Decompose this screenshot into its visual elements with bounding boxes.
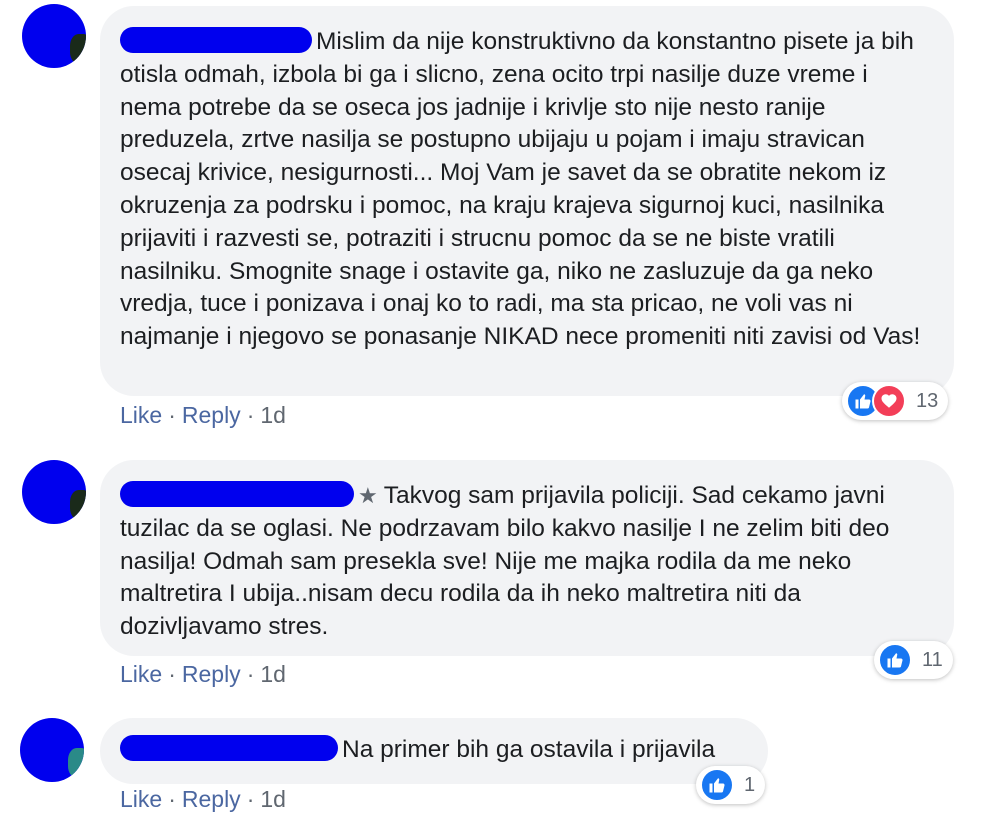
reply-button[interactable]: Reply	[182, 402, 241, 429]
comment-text: Na primer bih ga ostavila i prijavila	[342, 736, 716, 763]
star-icon: ★	[358, 483, 378, 508]
redacted-author-name[interactable]	[120, 27, 312, 53]
redacted-author-name[interactable]	[120, 735, 338, 761]
comment-bubble: Na primer bih ga ostavila i prijavila	[100, 718, 768, 784]
love-icon	[872, 384, 906, 418]
avatar[interactable]	[20, 718, 84, 782]
separator: ·	[168, 402, 176, 428]
comment-bubble: ★ Takvog sam prijavila policiji. Sad ceka…	[100, 460, 954, 656]
like-icon	[878, 643, 912, 677]
avatar[interactable]	[22, 460, 86, 524]
comment-bubble: Mislim da nije konstruktivno da konstant…	[100, 6, 954, 396]
like-icon	[700, 768, 734, 802]
avatar[interactable]	[22, 4, 86, 68]
like-button[interactable]: Like	[120, 661, 162, 688]
separator: ·	[168, 661, 176, 687]
reaction-count: 13	[916, 389, 939, 412]
separator: ·	[246, 661, 255, 687]
separator: ·	[246, 402, 255, 428]
reaction-summary[interactable]: 13	[842, 382, 949, 420]
reaction-summary[interactable]: 1	[696, 766, 766, 804]
like-button[interactable]: Like	[120, 402, 162, 429]
reply-button[interactable]: Reply	[182, 661, 241, 688]
timestamp[interactable]: 1d	[260, 661, 286, 688]
reaction-count: 1	[744, 773, 756, 796]
reaction-count: 11	[922, 648, 943, 671]
comment-actions: Like · Reply · 1d	[120, 661, 286, 688]
comment-actions: Like · Reply · 1d	[120, 402, 286, 429]
reaction-summary[interactable]: 11	[874, 641, 953, 679]
redacted-author-name[interactable]	[120, 481, 354, 507]
comment-text: Mislim da nije konstruktivno da konstant…	[120, 28, 921, 351]
timestamp[interactable]: 1d	[260, 402, 286, 429]
